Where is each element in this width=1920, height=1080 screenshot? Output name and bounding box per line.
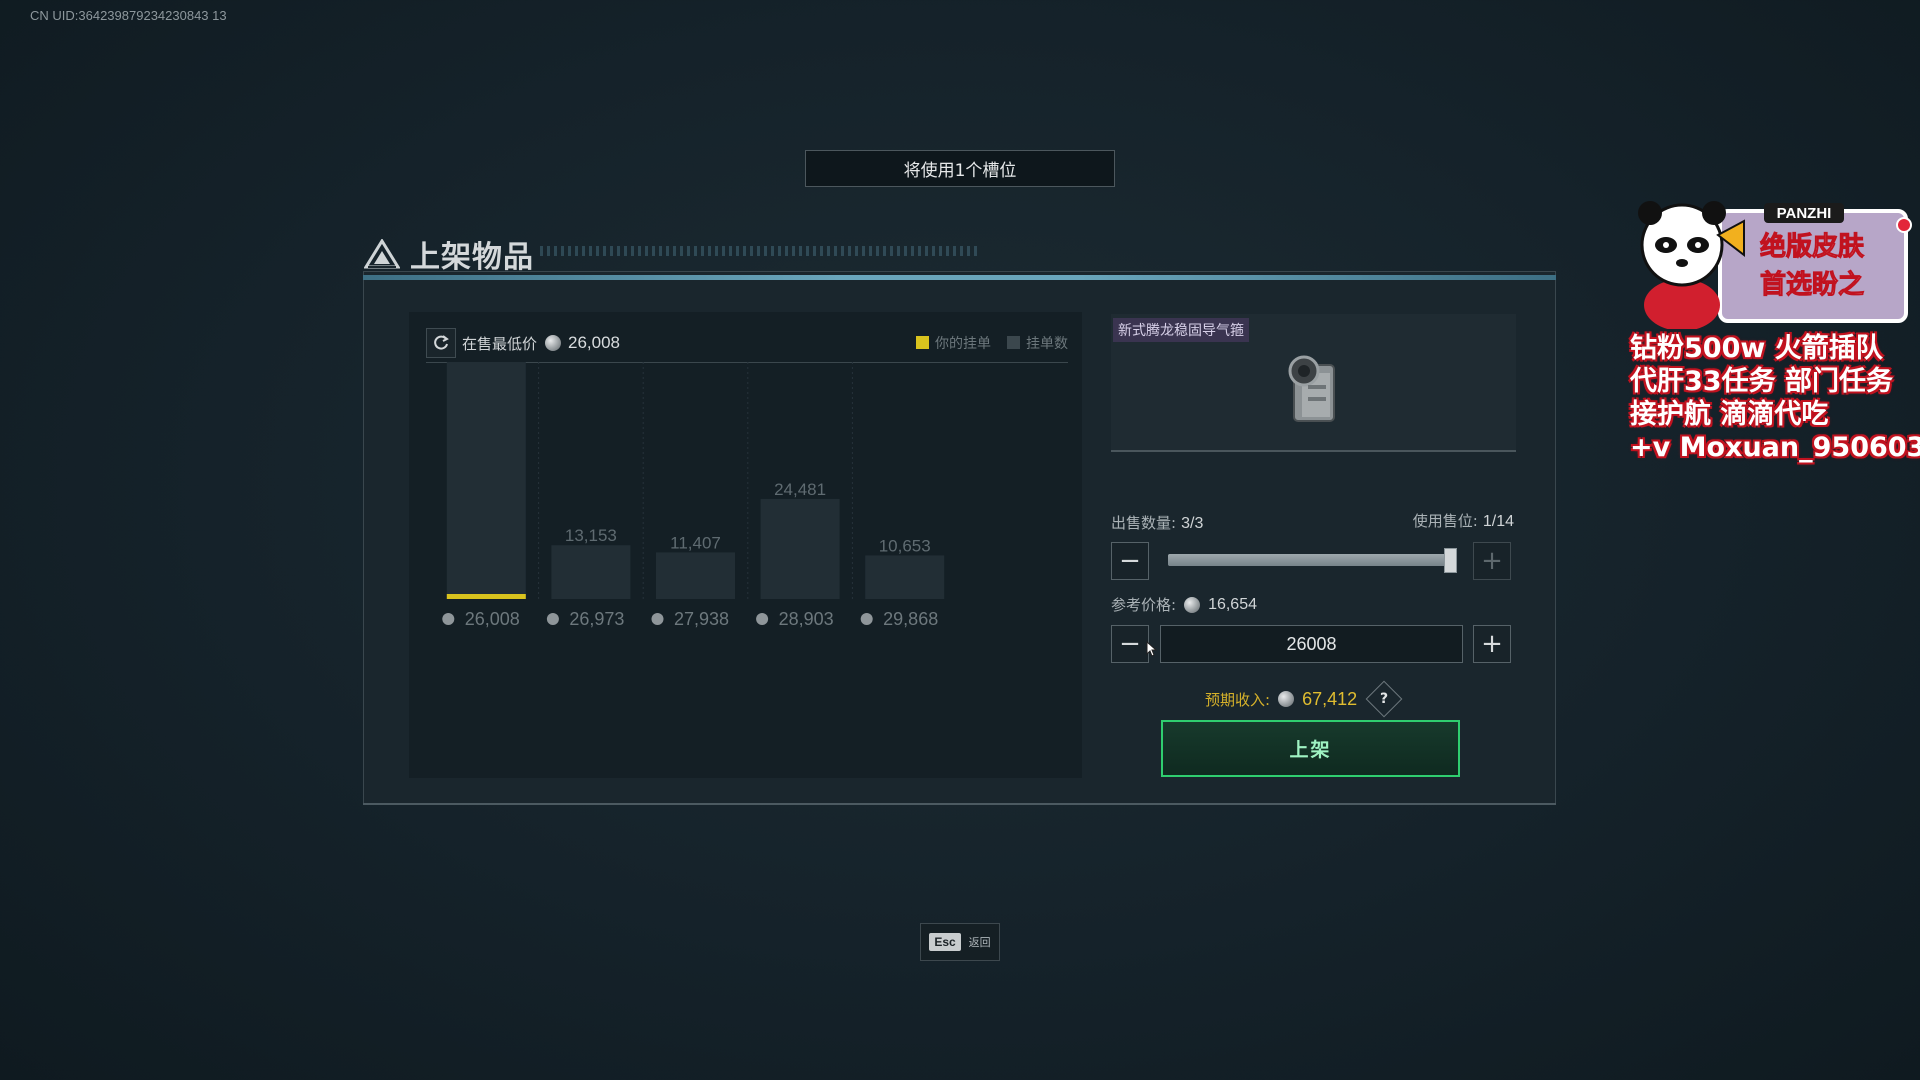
- gas-block-icon: [1288, 355, 1335, 422]
- quantity-increase-button[interactable]: +: [1473, 542, 1511, 580]
- legend-swatch-yellow: [916, 336, 929, 349]
- quantity-decrease-button[interactable]: −: [1111, 542, 1149, 580]
- list-item-button[interactable]: 上架: [1161, 720, 1460, 777]
- slot-value: 1/14: [1482, 513, 1514, 530]
- slot-usage-banner: 将使用1个槽位: [805, 150, 1115, 187]
- legend-item-count: 挂单数: [1007, 333, 1068, 353]
- slot-row: 使用售位: 1/14: [1390, 510, 1514, 531]
- price-input[interactable]: [1160, 625, 1463, 663]
- lowest-price-value: 26,008: [568, 333, 621, 352]
- chart-legend: 你的挂单 挂单数: [916, 333, 1068, 353]
- quantity-slider-fill: [1168, 554, 1456, 566]
- listing-count-bar[interactable]: [446, 362, 526, 599]
- bar-price-label: 29,868: [883, 609, 938, 629]
- reference-price-value: 16,654: [1208, 595, 1257, 613]
- slot-label: 使用售位:: [1412, 512, 1478, 530]
- plus-icon: +: [1481, 629, 1503, 659]
- coin-icon: [1278, 691, 1295, 707]
- legend-label-yours: 你的挂单: [935, 336, 991, 352]
- promo-line: +v Moxuan_950603: [1630, 432, 1920, 463]
- title-decoration: [540, 246, 980, 256]
- player-uid: CN UID:364239879234230843 13: [30, 8, 227, 23]
- page-header: 上架物品: [364, 232, 534, 276]
- delta-logo-icon: [364, 239, 400, 269]
- bar-count-label: 24,481: [774, 480, 826, 499]
- panel-bottom-border: [363, 803, 1556, 805]
- back-button[interactable]: Esc 返回: [920, 923, 1000, 961]
- your-listing-marker: [446, 594, 526, 599]
- chart-header: 在售最低价 26,008 你的挂单 挂单数: [426, 324, 1068, 363]
- price-decrease-button[interactable]: −: [1111, 625, 1149, 663]
- bar-price-label: 28,903: [779, 609, 834, 629]
- quantity-value: 3/3: [1181, 515, 1204, 532]
- quantity-row: 出售数量: 3/3: [1111, 512, 1203, 533]
- listing-count-bar[interactable]: [865, 555, 945, 599]
- legend-label-count: 挂单数: [1026, 336, 1068, 352]
- bars-area: 66,54126,00813,15326,97311,40727,93824,4…: [442, 362, 945, 629]
- esc-key-icon: Esc: [929, 933, 961, 951]
- reference-price-label: 参考价格:: [1111, 596, 1177, 614]
- coin-icon: [545, 335, 562, 351]
- promo-line: 代肝33任务 部门任务: [1630, 366, 1893, 397]
- expected-income-value: 67,412: [1302, 688, 1358, 709]
- quantity-label: 出售数量:: [1111, 514, 1177, 532]
- listing-count-bar[interactable]: [760, 498, 840, 599]
- bar-price-label: 26,008: [465, 609, 520, 629]
- panzhi-promo-badge: PANZHI 绝版皮肤 首选盼之: [1638, 201, 1912, 329]
- refresh-icon: [434, 335, 449, 350]
- refresh-button[interactable]: [426, 328, 456, 358]
- item-name: 新式腾龙稳固导气箍: [1113, 318, 1249, 342]
- page-title: 上架物品: [410, 240, 534, 275]
- promo-line: 钻粉500w 火箭插队: [1630, 333, 1883, 364]
- bar-count-label: 11,407: [670, 533, 721, 552]
- coin-icon: [651, 613, 664, 625]
- minus-icon: −: [1119, 629, 1141, 659]
- bar-count-label: 10,653: [879, 536, 931, 555]
- minus-icon: −: [1119, 546, 1141, 576]
- coin-icon: [1184, 596, 1201, 613]
- coin-icon: [860, 613, 873, 625]
- expected-income-label: 预期收入:: [1205, 690, 1271, 709]
- mouse-cursor-icon: [1146, 641, 1158, 657]
- legend-swatch-gray: [1007, 336, 1020, 349]
- panel-top-accent: [363, 275, 1556, 280]
- price-increase-button[interactable]: +: [1473, 625, 1511, 663]
- reference-price-row: 参考价格: 16,654: [1111, 594, 1257, 615]
- coin-icon: [546, 613, 559, 625]
- listing-count-bar[interactable]: [656, 552, 735, 599]
- help-button[interactable]: ?: [1365, 680, 1403, 718]
- coin-icon: [442, 613, 455, 625]
- bar-price-label: 27,938: [674, 609, 729, 629]
- listing-count-bar[interactable]: [551, 545, 631, 599]
- promo-text-block: 钻粉500w 火箭插队 代肝33任务 部门任务 接护航 滴滴代吃 +v Moxu…: [1630, 332, 1920, 464]
- bar-count-label: 13,153: [565, 526, 617, 545]
- plus-icon: +: [1481, 546, 1503, 576]
- promo-badge-line1: 绝版皮肤: [1760, 231, 1865, 262]
- bar-price-label: 26,973: [569, 609, 624, 629]
- quantity-slider-handle[interactable]: [1444, 548, 1457, 573]
- back-label: 返回: [968, 936, 991, 949]
- legend-item-yours: 你的挂单: [916, 333, 991, 353]
- coin-icon: [756, 613, 769, 625]
- promo-badge-line2: 首选盼之: [1760, 269, 1864, 300]
- promo-line: 接护航 滴滴代吃: [1630, 399, 1829, 430]
- promo-brand: PANZHI: [1777, 205, 1832, 222]
- lowest-price-label: 在售最低价: [462, 334, 538, 353]
- expected-income-row: 预期收入: 67,412 ?: [1205, 680, 1403, 718]
- question-icon: ?: [1380, 691, 1389, 707]
